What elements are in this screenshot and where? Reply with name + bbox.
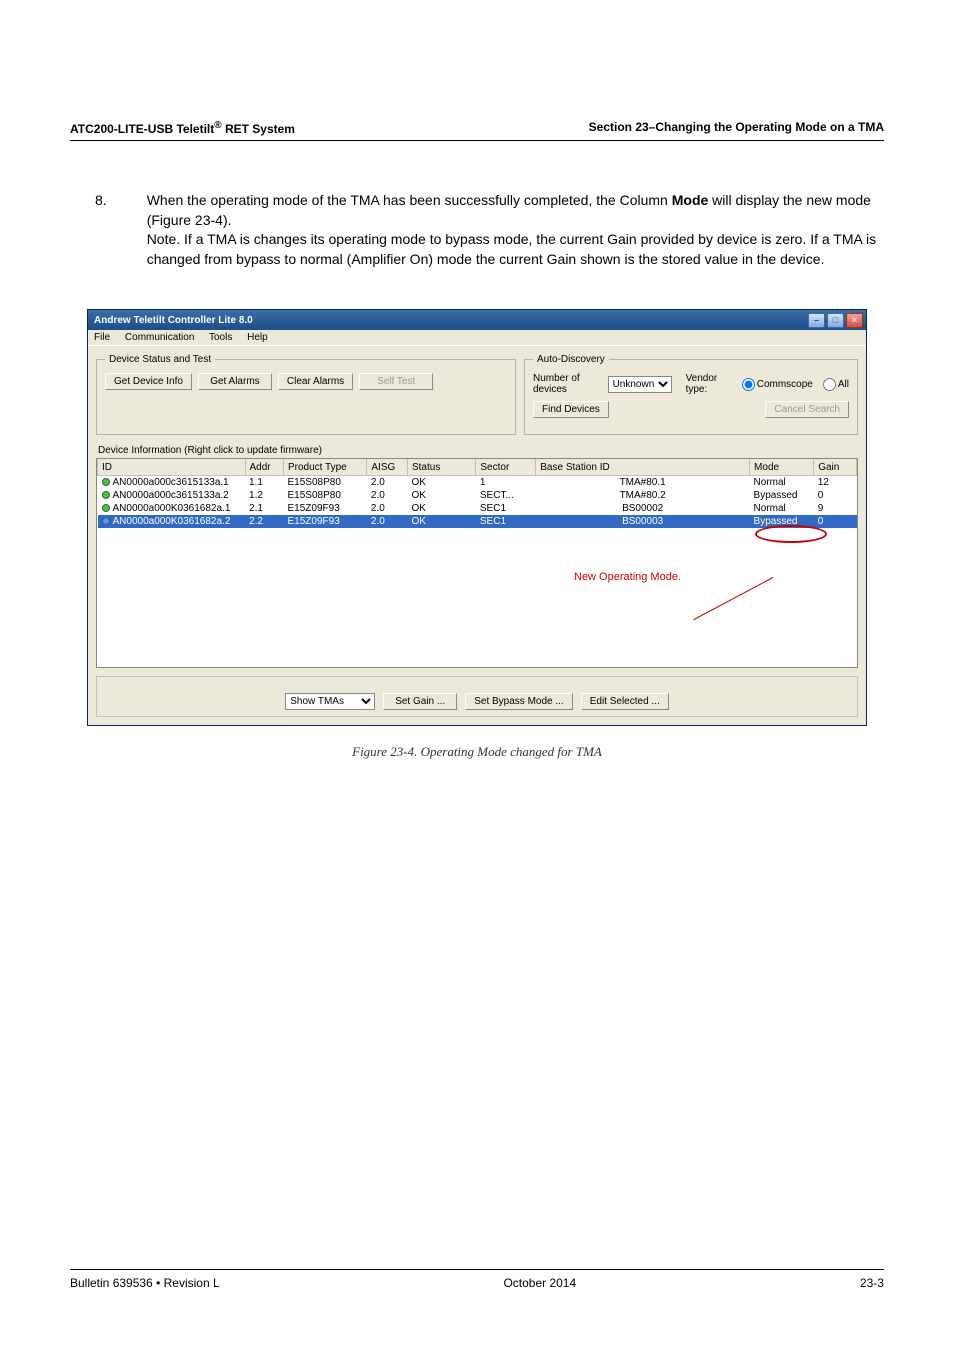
menu-file[interactable]: File (94, 332, 110, 343)
footer-center: October 2014 (503, 1276, 576, 1290)
cancel-search-button[interactable]: Cancel Search (765, 401, 849, 418)
edit-selected-button[interactable]: Edit Selected ... (581, 693, 669, 710)
header-left: ATC200-LITE-USB Teletilt® RET System (70, 120, 295, 136)
vendor-all-radio[interactable]: All (823, 378, 849, 391)
page-header: ATC200-LITE-USB Teletilt® RET System Sec… (70, 120, 884, 141)
col-aisg[interactable]: AISG (367, 459, 408, 475)
col-mode[interactable]: Mode (750, 459, 814, 475)
annotation-label: New Operating Mode. (574, 571, 681, 583)
menu-communication[interactable]: Communication (125, 332, 194, 343)
auto-discovery-group: Auto-Discovery Number of devices Unknown… (524, 354, 858, 435)
titlebar[interactable]: Andrew Teletilt Controller Lite 8.0 – □ … (88, 310, 866, 330)
footer-right: 23-3 (860, 1276, 884, 1290)
device-status-legend: Device Status and Test (105, 354, 215, 365)
col-base-station[interactable]: Base Station ID (536, 459, 750, 475)
table-row[interactable]: AN0000a000c3615133a.11.1E15S08P802.0OK1T… (98, 475, 857, 489)
table-row[interactable]: AN0000a000c3615133a.21.2E15S08P802.0OKSE… (98, 489, 857, 502)
close-button[interactable]: × (846, 313, 863, 328)
col-gain[interactable]: Gain (814, 459, 857, 475)
set-gain-button[interactable]: Set Gain ... (383, 693, 457, 710)
annotation-circle (755, 525, 827, 543)
find-devices-button[interactable]: Find Devices (533, 401, 609, 418)
status-led-icon (102, 478, 110, 486)
device-status-group: Device Status and Test Get Device Info G… (96, 354, 516, 435)
col-status[interactable]: Status (407, 459, 475, 475)
menu-tools[interactable]: Tools (209, 332, 232, 343)
header-right: Section 23–Changing the Operating Mode o… (589, 120, 884, 136)
show-tmas-select[interactable]: Show TMAs (285, 693, 375, 710)
step-8: 8. When the operating mode of the TMA ha… (95, 191, 884, 269)
status-led-icon (102, 491, 110, 499)
device-info-subheader: Device Information (Right click to updat… (96, 445, 858, 456)
clear-alarms-button[interactable]: Clear Alarms (278, 373, 353, 390)
set-bypass-button[interactable]: Set Bypass Mode ... (465, 693, 573, 710)
step-number: 8. (95, 191, 107, 269)
col-product-type[interactable]: Product Type (284, 459, 367, 475)
window-title: Andrew Teletilt Controller Lite 8.0 (94, 315, 253, 326)
table-row[interactable]: AN0000a000K0361682a.22.2E15Z09F932.0OKSE… (98, 515, 857, 528)
page-footer: Bulletin 639536 • Revision L October 201… (70, 1269, 884, 1290)
col-id[interactable]: ID (98, 459, 246, 475)
figure-caption: Figure 23-4. Operating Mode changed for … (70, 744, 884, 760)
num-devices-select[interactable]: Unknown (608, 376, 672, 393)
app-window: Andrew Teletilt Controller Lite 8.0 – □ … (87, 309, 867, 726)
auto-discovery-legend: Auto-Discovery (533, 354, 609, 365)
col-sector[interactable]: Sector (476, 459, 536, 475)
num-devices-label: Number of devices (533, 373, 602, 395)
table-row[interactable]: AN0000a000K0361682a.12.1E15Z09F932.0OKSE… (98, 502, 857, 515)
maximize-button[interactable]: □ (827, 313, 844, 328)
vendor-commscope-radio[interactable]: Commscope (742, 378, 813, 391)
status-led-icon (102, 504, 110, 512)
get-device-info-button[interactable]: Get Device Info (105, 373, 192, 390)
status-led-icon (102, 517, 110, 525)
menu-help[interactable]: Help (247, 332, 268, 343)
menubar[interactable]: File Communication Tools Help (88, 330, 866, 346)
minimize-button[interactable]: – (808, 313, 825, 328)
get-alarms-button[interactable]: Get Alarms (198, 373, 272, 390)
footer-left: Bulletin 639536 • Revision L (70, 1276, 220, 1290)
device-table[interactable]: ID Addr Product Type AISG Status Sector … (97, 459, 857, 528)
device-table-wrap: ID Addr Product Type AISG Status Sector … (96, 458, 858, 668)
vendor-type-label: Vendor type: (686, 373, 732, 395)
bottom-button-bar: Show TMAs Set Gain ... Set Bypass Mode .… (96, 676, 858, 717)
self-test-button[interactable]: Self Test (359, 373, 433, 390)
table-header-row[interactable]: ID Addr Product Type AISG Status Sector … (98, 459, 857, 475)
col-addr[interactable]: Addr (245, 459, 283, 475)
annotation-line (693, 577, 773, 620)
